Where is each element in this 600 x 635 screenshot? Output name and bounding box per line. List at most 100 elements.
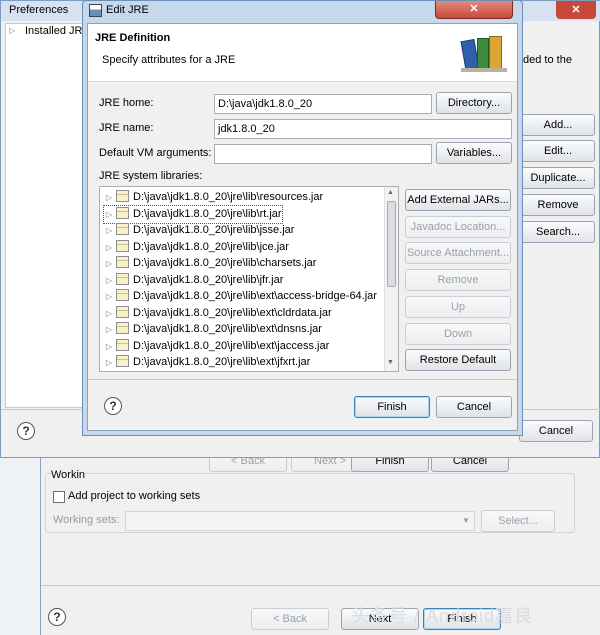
vm-args-label: Default VM arguments: [99, 147, 212, 159]
javadoc-location-button[interactable]: Javadoc Location... [405, 216, 511, 238]
library-path: D:\java\jdk1.8.0_20\jre\lib\resources.ja… [133, 191, 324, 203]
watermark: 头条号 / Android嘉良 [351, 606, 534, 626]
remove-library-button[interactable]: Remove [405, 269, 511, 291]
restore-default-button[interactable]: Restore Default [405, 349, 511, 371]
move-down-button[interactable]: Down [405, 323, 511, 345]
library-item[interactable]: ▷ D:\java\jdk1.8.0_20\jre\lib\ext\jfxrt.j… [104, 354, 310, 371]
scroll-down-arrow[interactable]: ▼ [387, 359, 394, 366]
books-icon [460, 32, 509, 74]
wizard-bottom-back-button[interactable]: < Back [251, 608, 329, 630]
jar-icon [116, 239, 129, 252]
library-item[interactable]: ▷ D:\java\jdk1.8.0_20\jre\lib\jfr.jar [104, 272, 283, 289]
add-jre-button[interactable]: Add... [521, 114, 595, 136]
library-item[interactable]: ▷ D:\java\jdk1.8.0_20\jre\lib\charsets.ja… [104, 255, 316, 272]
library-path: D:\java\jdk1.8.0_20\jre\lib\rt.jar [133, 207, 282, 220]
cancel-button[interactable]: Cancel [436, 396, 512, 418]
help-icon[interactable]: ? [104, 397, 122, 415]
jar-icon [116, 223, 129, 235]
jre-home-field[interactable]: D:\java\jdk1.8.0_20 [214, 94, 432, 114]
jar-icon [116, 256, 129, 268]
scroll-up-arrow[interactable]: ▲ [387, 189, 394, 196]
variables-button[interactable]: Variables... [436, 142, 512, 164]
expand-icon[interactable]: ▷ [104, 305, 114, 322]
expand-icon[interactable]: ▷ [104, 288, 114, 305]
edit-jre-title: Edit JRE [106, 4, 149, 16]
close-icon[interactable]: ✕ [435, 1, 513, 19]
library-item[interactable]: ▷ D:\java\jdk1.8.0_20\jre\lib\rt.jar [103, 204, 283, 224]
move-up-button[interactable]: Up [405, 296, 511, 318]
edit-jre-client: JRE Definition Specify attributes for a … [87, 23, 518, 431]
working-sets-combo[interactable]: ▼ [125, 511, 475, 531]
duplicate-jre-button[interactable]: Duplicate... [521, 167, 595, 189]
expand-icon[interactable]: ▷ [104, 321, 114, 338]
header-subtitle: Specify attributes for a JRE [102, 54, 236, 66]
working-sets-label: Working sets: [53, 514, 120, 526]
jar-icon [116, 272, 129, 285]
jar-icon [116, 289, 129, 301]
preferences-tree [5, 23, 85, 408]
library-path: D:\java\jdk1.8.0_20\jre\lib\ext\dnsns.ja… [133, 323, 322, 335]
library-path: D:\java\jdk1.8.0_20\jre\lib\jsse.jar [133, 224, 295, 236]
library-path: D:\java\jdk1.8.0_20\jre\lib\ext\jfxrt.ja… [133, 356, 311, 368]
close-icon[interactable]: ✕ [556, 1, 596, 19]
library-path: D:\java\jdk1.8.0_20\jre\lib\jfr.jar [133, 273, 284, 286]
jre-name-field[interactable]: jdk1.8.0_20 [214, 119, 512, 139]
add-project-checkbox[interactable] [53, 491, 65, 503]
jar-icon [116, 206, 129, 219]
jar-icon [116, 338, 129, 351]
expand-icon[interactable]: ▷ [104, 338, 114, 355]
finish-button[interactable]: Finish [354, 396, 430, 418]
scroll-thumb[interactable] [387, 201, 396, 287]
library-item[interactable]: ▷ D:\java\jdk1.8.0_20\jre\lib\ext\cldrdat… [104, 305, 332, 322]
jre-libraries-list[interactable]: ▷ D:\java\jdk1.8.0_20\jre\lib\resources.j… [99, 186, 399, 372]
library-path: D:\java\jdk1.8.0_20\jre\lib\ext\jaccess.… [133, 339, 330, 352]
expand-icon[interactable]: ▷ [104, 206, 114, 223]
source-attachment-button[interactable]: Source Attachment... [405, 242, 511, 264]
tree-item-installed-jre[interactable]: Installed JRE [25, 25, 90, 37]
expand-icon[interactable]: ▷ [104, 222, 114, 239]
header-title: JRE Definition [95, 32, 171, 44]
edit-jre-icon [89, 4, 102, 17]
list-scrollbar[interactable]: ▲ ▼ [384, 187, 398, 371]
library-path: D:\java\jdk1.8.0_20\jre\lib\ext\access-b… [133, 290, 377, 302]
wizard-separator [41, 585, 600, 586]
library-item[interactable]: ▷ D:\java\jdk1.8.0_20\jre\lib\resources.j… [104, 189, 323, 206]
new-project-wizard: < Back Next > Finish Cancel Workin Add p… [40, 440, 600, 635]
expand-icon[interactable]: ▷ [104, 189, 114, 206]
jre-name-label: JRE name: [99, 122, 154, 134]
preferences-cancel-button[interactable]: Cancel [519, 420, 593, 442]
dialog-separator [88, 379, 517, 380]
jar-icon [116, 322, 129, 334]
library-item[interactable]: ▷ D:\java\jdk1.8.0_20\jre\lib\jsse.jar [104, 222, 294, 239]
remove-jre-button[interactable]: Remove [521, 194, 595, 216]
working-sets-group-label: Workin [51, 469, 86, 481]
edit-jre-button[interactable]: Edit... [521, 140, 595, 162]
expand-icon[interactable]: ▷ [104, 239, 114, 256]
library-item[interactable]: ▷ D:\java\jdk1.8.0_20\jre\lib\ext\dnsns.j… [104, 321, 322, 338]
add-external-jars-button[interactable]: Add External JARs... [405, 189, 511, 211]
expand-icon[interactable]: ▷ [104, 272, 114, 289]
library-item[interactable]: ▷ D:\java\jdk1.8.0_20\jre\lib\ext\jaccess… [104, 338, 329, 355]
jar-icon [116, 305, 129, 318]
search-jre-button[interactable]: Search... [521, 221, 595, 243]
library-item[interactable]: ▷ D:\java\jdk1.8.0_20\jre\lib\ext\access-… [104, 288, 377, 305]
tree-expand-icon[interactable]: ▷ [9, 26, 15, 35]
edit-jre-dialog: Edit JRE ✕ JRE Definition Specify attrib… [82, 0, 523, 436]
library-item[interactable]: ▷ D:\java\jdk1.8.0_20\jre\lib\jce.jar [104, 239, 289, 256]
expand-icon[interactable]: ▷ [104, 255, 114, 272]
wizard-help-icon[interactable]: ? [48, 608, 66, 626]
vm-args-field[interactable] [214, 144, 432, 164]
chevron-down-icon: ▼ [462, 516, 470, 525]
preferences-help-icon[interactable]: ? [17, 422, 35, 440]
jre-home-label: JRE home: [99, 97, 154, 109]
library-path: D:\java\jdk1.8.0_20\jre\lib\jce.jar [133, 240, 289, 253]
library-path: D:\java\jdk1.8.0_20\jre\lib\ext\cldrdata… [133, 306, 332, 319]
directory-button[interactable]: Directory... [436, 92, 512, 114]
working-sets-select-button[interactable]: Select... [481, 510, 555, 532]
library-path: D:\java\jdk1.8.0_20\jre\lib\charsets.jar [133, 257, 317, 269]
jar-icon [116, 190, 129, 202]
installed-jre-description-fragment: ded to the [523, 54, 572, 66]
jre-libraries-label: JRE system libraries: [99, 170, 203, 182]
jar-icon [116, 355, 129, 367]
expand-icon[interactable]: ▷ [104, 354, 114, 371]
